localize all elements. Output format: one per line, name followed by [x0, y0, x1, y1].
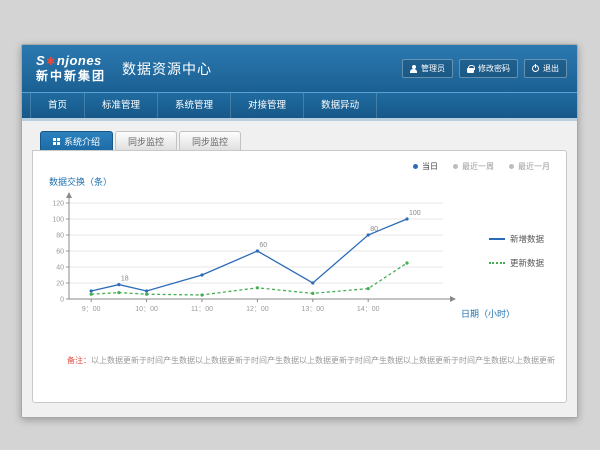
- admin-user-label: 管理员: [421, 63, 445, 74]
- filter-today[interactable]: 当日: [413, 161, 438, 172]
- filter-last-week[interactable]: 最近一周: [453, 161, 494, 172]
- footnote: 备注：以上数据更新于时间产生数据以上数据更新于时间产生数据以上数据更新于时间产生…: [67, 355, 555, 366]
- svg-text:9：00: 9：00: [82, 306, 101, 313]
- nav-item-data-change[interactable]: 数据异动: [304, 93, 377, 118]
- app-window: S✱njones 新中新集团 数据资源中心 管理员 修改密码 退出 首页 标准管…: [21, 44, 578, 418]
- filter-last-week-label: 最近一周: [462, 161, 494, 172]
- range-filters: 当日 最近一周 最近一月: [413, 161, 550, 172]
- logo-subtitle: 新中新集团: [36, 70, 106, 83]
- svg-text:80: 80: [56, 233, 64, 240]
- logout-button[interactable]: 退出: [524, 59, 567, 78]
- svg-text:40: 40: [56, 265, 64, 272]
- filter-last-week-dot-icon: [453, 164, 458, 169]
- legend-item-update-data[interactable]: 更新数据: [489, 257, 544, 269]
- filter-last-month-label: 最近一月: [518, 161, 550, 172]
- svg-text:10：00: 10：00: [135, 306, 158, 313]
- svg-text:60: 60: [259, 242, 267, 249]
- legend-new-data-label: 新增数据: [510, 233, 544, 245]
- nav-item-docking-mgmt[interactable]: 对接管理: [231, 93, 304, 118]
- nav-item-system-mgmt[interactable]: 系统管理: [158, 93, 231, 118]
- logo-star-icon: ✱: [45, 56, 57, 68]
- tab-system-intro[interactable]: 系统介绍: [40, 131, 113, 150]
- svg-text:20: 20: [56, 281, 64, 288]
- power-icon: [532, 65, 539, 72]
- filter-last-month[interactable]: 最近一月: [509, 161, 550, 172]
- nav-item-home[interactable]: 首页: [30, 93, 85, 118]
- y-axis-title: 数据交换（条）: [49, 175, 112, 188]
- tab-system-intro-label: 系统介绍: [64, 135, 100, 148]
- footnote-label: 备注：: [67, 356, 91, 365]
- main-nav: 首页 标准管理 系统管理 对接管理 数据异动: [22, 92, 577, 118]
- legend-update-data-label: 更新数据: [510, 257, 544, 269]
- filter-today-dot-icon: [413, 164, 418, 169]
- footnote-text: 以上数据更新于时间产生数据以上数据更新于时间产生数据以上数据更新于时间产生数据以…: [91, 356, 555, 365]
- svg-text:60: 60: [56, 249, 64, 256]
- svg-text:13：00: 13：00: [302, 306, 325, 313]
- filter-today-label: 当日: [422, 161, 438, 172]
- nav-item-standard-mgmt[interactable]: 标准管理: [85, 93, 158, 118]
- app-header: S✱njones 新中新集团 数据资源中心 管理员 修改密码 退出: [22, 45, 577, 92]
- filter-last-month-dot-icon: [509, 164, 514, 169]
- legend-item-new-data[interactable]: 新增数据: [489, 233, 544, 245]
- content-area: 系统介绍 同步监控 同步监控 当日 最近一周 最近一月 数据交换（条） 0 20 4…: [22, 121, 577, 418]
- header-actions: 管理员 修改密码 退出: [402, 59, 567, 78]
- tab-sync-monitor-1[interactable]: 同步监控: [115, 131, 177, 150]
- svg-text:18: 18: [121, 276, 129, 283]
- svg-text:80: 80: [370, 226, 378, 233]
- dashed-line-sample-icon: [489, 262, 505, 264]
- line-chart: 0 20 40 60 80 100 120 9：00 10：00 11：00 12：00 13：00 1…: [43, 189, 473, 339]
- logo-text-prefix: S: [36, 53, 45, 68]
- solid-line-sample-icon: [489, 238, 505, 240]
- tab-bar: 系统介绍 同步监控 同步监控: [40, 131, 567, 150]
- svg-text:0: 0: [60, 297, 64, 304]
- svg-text:14：00: 14：00: [357, 306, 380, 313]
- tab-sync-monitor-2[interactable]: 同步监控: [179, 131, 241, 150]
- change-password-label: 修改密码: [478, 63, 510, 74]
- lock-icon: [467, 68, 474, 73]
- svg-text:12：00: 12：00: [246, 306, 269, 313]
- synjones-logo: S✱njones 新中新集团: [36, 54, 106, 83]
- logout-label: 退出: [543, 63, 559, 74]
- svg-text:100: 100: [52, 217, 64, 224]
- logo-text-suffix: njones: [57, 53, 102, 68]
- grid-icon: [53, 138, 56, 141]
- logo-wordmark: S✱njones: [36, 54, 106, 68]
- user-icon: [410, 65, 417, 73]
- page-title: 数据资源中心: [122, 59, 212, 79]
- x-axis-title: 日期（小时）: [461, 307, 515, 320]
- svg-text:100: 100: [409, 210, 421, 217]
- admin-user-button[interactable]: 管理员: [402, 59, 453, 78]
- chart-panel: 当日 最近一周 最近一月 数据交换（条） 0 20 40 60 80 100 120 9：00…: [32, 150, 567, 403]
- change-password-button[interactable]: 修改密码: [459, 59, 518, 78]
- svg-text:120: 120: [52, 201, 64, 208]
- svg-text:11：00: 11：00: [191, 306, 213, 313]
- series-legend: 新增数据 更新数据: [489, 233, 544, 269]
